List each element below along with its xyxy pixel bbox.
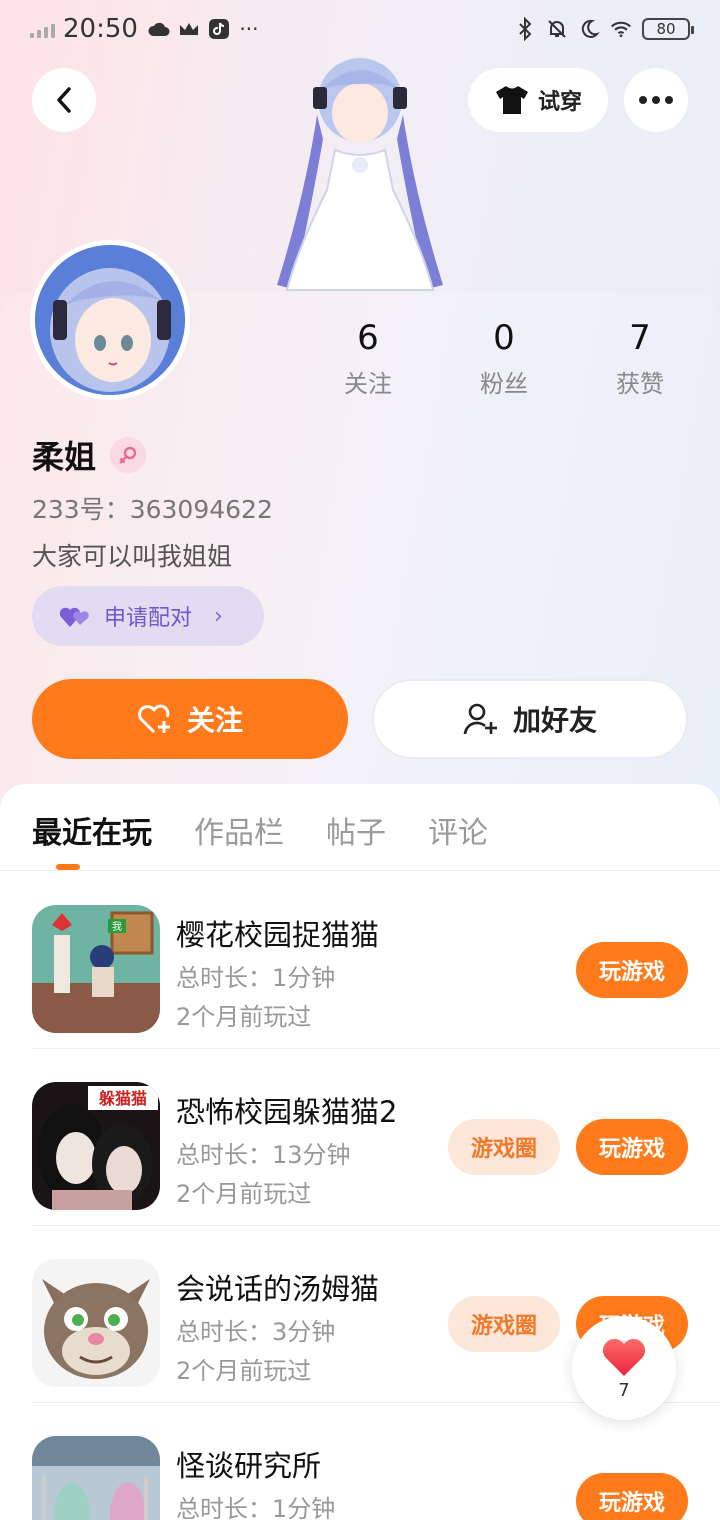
tiktok-icon (208, 18, 230, 40)
profile-name: 柔姐 (32, 438, 97, 476)
svg-text:我: 我 (112, 921, 122, 933)
horror-school-icon-text: 躲猫猫 (99, 1089, 147, 1108)
stat-following-count: 6 (357, 318, 379, 358)
try-on-button[interactable]: 试穿 (468, 68, 608, 132)
more-options-button[interactable] (624, 68, 688, 132)
battery-indicator: 80 (642, 18, 694, 40)
game-last-played: 2个月前玩过 (176, 1180, 312, 1208)
floating-like-button[interactable]: 7 (572, 1316, 676, 1420)
more-dots-icon (639, 96, 647, 104)
stat-likes-count: 7 (629, 318, 651, 358)
tab-works[interactable]: 作品栏 (194, 808, 284, 852)
game-duration: 总时长：3分钟 (176, 1318, 336, 1346)
game-title: 会说话的汤姆猫 (176, 1272, 380, 1306)
stat-likes[interactable]: 7 获赞 (572, 318, 708, 399)
crown-icon (178, 18, 200, 40)
talking-tom-icon (32, 1259, 160, 1387)
more-notifications-icon: ··· (239, 17, 259, 41)
stat-fans-label: 粉丝 (480, 370, 528, 398)
like-count: 7 (618, 1379, 630, 1401)
user-bio: 大家可以叫我姐姐 (32, 542, 233, 571)
stat-fans-count: 0 (493, 318, 515, 358)
play-game-button[interactable]: 玩游戏 (576, 942, 688, 998)
stat-following-label: 关注 (344, 370, 392, 398)
status-bar: 20:50 ··· 80 (0, 0, 720, 58)
try-on-label: 试穿 (537, 90, 582, 115)
tab-posts[interactable]: 帖子 (326, 808, 386, 852)
heart-plus-icon (138, 704, 170, 734)
game-last-played: 2个月前玩过 (176, 1357, 312, 1385)
stat-following[interactable]: 6 关注 (300, 318, 436, 399)
tab-comments[interactable]: 评论 (428, 808, 488, 852)
wifi-icon (610, 18, 632, 40)
request-pairing-label: 申请配对 (104, 606, 193, 631)
follow-label: 关注 (186, 704, 243, 737)
chevron-left-icon (57, 87, 71, 113)
game-duration: 总时长：1分钟 (176, 964, 336, 992)
mute-bell-icon (546, 18, 568, 40)
game-title: 樱花校园捉猫猫 (176, 918, 380, 952)
tab-recently-played[interactable]: 最近在玩 (32, 808, 152, 852)
ghost-lab-icon (32, 1436, 160, 1520)
character-figure (255, 55, 465, 295)
play-game-button[interactable]: 玩游戏 (576, 1119, 688, 1175)
game-circle-button[interactable]: 游戏圈 (448, 1296, 560, 1352)
bluetooth-icon (514, 17, 536, 41)
double-heart-icon (59, 607, 89, 627)
user-id: 233号：363094622 (32, 495, 273, 524)
play-game-button[interactable]: 玩游戏 (576, 1473, 688, 1520)
list-item[interactable]: 躲猫猫 恐怖校园躲猫猫2 总时长：13分钟 2个月前玩过 游戏圈 玩游戏 (0, 1049, 720, 1226)
game-duration: 总时长：1分钟 (176, 1495, 336, 1520)
add-friend-button[interactable]: 加好友 (372, 679, 688, 759)
add-user-icon (463, 703, 497, 735)
follow-button[interactable]: 关注 (32, 679, 348, 759)
chevron-right-icon: › (214, 603, 223, 629)
cloud-icon (148, 18, 170, 40)
signal-icon (30, 20, 55, 38)
request-pairing-button[interactable]: 申请配对 › (32, 586, 264, 646)
add-friend-label: 加好友 (512, 704, 597, 737)
list-item[interactable]: 我 樱花校园捉猫猫 总时长：1分钟 2个月前玩过 玩游戏 (0, 872, 720, 1049)
game-title: 怪谈研究所 (176, 1449, 322, 1483)
recent-games-list: 我 樱花校园捉猫猫 总时长：1分钟 2个月前玩过 玩游戏 躲猫猫 恐怖校园躲猫猫… (0, 872, 720, 1520)
moon-icon (578, 18, 600, 40)
stat-fans[interactable]: 0 粉丝 (436, 318, 572, 399)
game-title: 恐怖校园躲猫猫2 (176, 1095, 398, 1129)
profile-name-row: 柔姐 (32, 432, 147, 478)
tabs-divider (0, 870, 720, 871)
heart-icon (602, 1338, 646, 1376)
female-gender-icon (110, 437, 147, 473)
game-duration: 总时长：13分钟 (176, 1141, 351, 1169)
tshirt-icon (495, 86, 528, 114)
status-time: 20:50 (63, 14, 138, 44)
list-item[interactable]: 怪谈研究所 总时长：1分钟 玩游戏 (0, 1403, 720, 1520)
avatar[interactable] (30, 240, 190, 400)
profile-stats: 6 关注 0 粉丝 7 获赞 (300, 318, 720, 399)
game-circle-button[interactable]: 游戏圈 (448, 1119, 560, 1175)
stat-likes-label: 获赞 (616, 370, 664, 398)
horror-school-icon: 躲猫猫 (32, 1082, 160, 1210)
profile-tabs: 最近在玩 作品栏 帖子 评论 (32, 808, 488, 852)
back-button[interactable] (32, 68, 96, 132)
game-last-played: 2个月前玩过 (176, 1003, 312, 1031)
sakura-school-icon: 我 (32, 905, 160, 1033)
